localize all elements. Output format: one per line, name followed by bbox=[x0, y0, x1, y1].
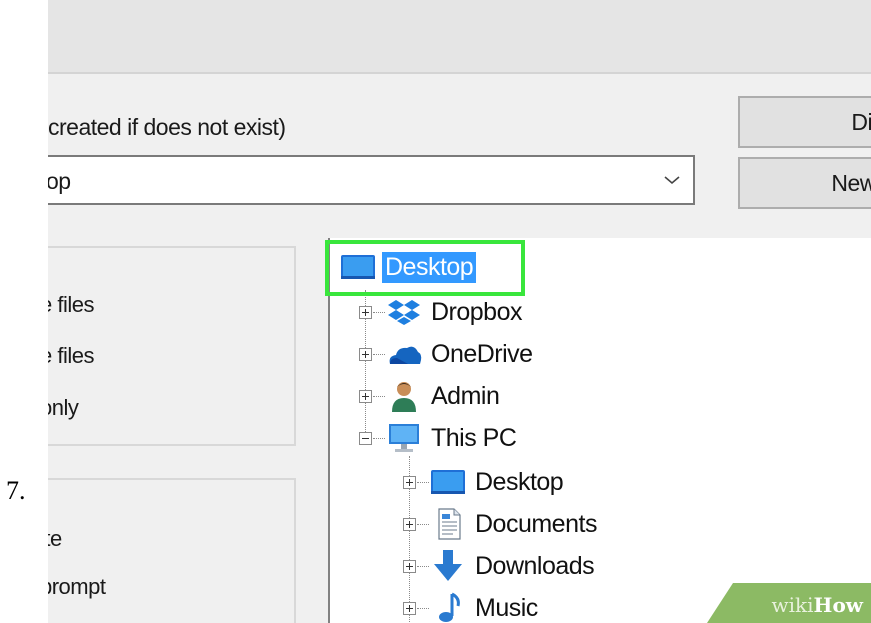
expand-icon[interactable] bbox=[403, 475, 416, 489]
folder-picker-dialog: created if does not exist) op Displ New … bbox=[48, 0, 871, 623]
new-folder-button-label: New fo bbox=[831, 170, 871, 196]
wikihow-watermark: wikiHow bbox=[707, 583, 871, 623]
options-group: ite prompt bbox=[48, 478, 296, 623]
tree-item-label: This PC bbox=[431, 423, 517, 452]
option-item[interactable]: prompt bbox=[48, 574, 106, 600]
downloads-icon bbox=[434, 550, 462, 581]
step-number: 7. bbox=[6, 476, 26, 505]
tree-item-label: Downloads bbox=[475, 551, 595, 580]
watermark-how: How bbox=[813, 593, 863, 617]
tree-connector bbox=[417, 523, 429, 525]
tree-connector bbox=[417, 565, 429, 567]
tree-item-label: Documents bbox=[475, 509, 597, 538]
onedrive-icon bbox=[389, 346, 422, 364]
dropbox-icon bbox=[388, 300, 420, 325]
expand-icon[interactable] bbox=[403, 517, 416, 531]
expand-icon[interactable] bbox=[359, 305, 372, 319]
chevron-down-icon[interactable] bbox=[659, 167, 685, 193]
expand-icon[interactable] bbox=[359, 347, 372, 361]
path-label: created if does not exist) bbox=[48, 114, 286, 140]
tree-item-admin[interactable]: Admin bbox=[359, 378, 502, 414]
path-combobox[interactable]: op bbox=[48, 155, 695, 205]
tree-item-label: Music bbox=[475, 593, 538, 622]
options-group: e files e files only bbox=[48, 246, 296, 446]
path-combobox-value: op bbox=[48, 168, 71, 194]
new-folder-button[interactable]: New fo bbox=[738, 157, 871, 209]
tree-item-music[interactable]: Music bbox=[403, 590, 541, 623]
option-item[interactable]: e files bbox=[48, 343, 94, 369]
music-icon bbox=[439, 592, 460, 622]
option-item[interactable]: e files bbox=[48, 292, 94, 318]
tree-item-onedrive[interactable]: OneDrive bbox=[359, 336, 536, 372]
tree-item-label: Dropbox bbox=[431, 297, 523, 326]
display-button-label: Displ bbox=[851, 109, 871, 135]
selection-highlight-box bbox=[325, 240, 525, 296]
option-item[interactable]: only bbox=[48, 395, 79, 421]
tree-item-dropbox[interactable]: Dropbox bbox=[359, 294, 525, 330]
tree-connector bbox=[417, 607, 429, 609]
tree-item-downloads[interactable]: Downloads bbox=[403, 548, 597, 584]
tree-item-label: Desktop bbox=[475, 467, 564, 496]
title-bar bbox=[48, 0, 871, 74]
tree-item-label: OneDrive bbox=[431, 339, 533, 368]
display-button[interactable]: Displ bbox=[738, 96, 871, 148]
tree-item-documents[interactable]: Documents bbox=[403, 506, 600, 542]
tree-connector bbox=[373, 311, 385, 313]
watermark-text: wikiHow bbox=[772, 593, 863, 617]
collapse-icon[interactable] bbox=[359, 431, 372, 445]
tree-connector bbox=[373, 353, 385, 355]
tree-item-desktop[interactable]: Desktop bbox=[403, 464, 566, 500]
documents-icon bbox=[438, 508, 461, 540]
expand-icon[interactable] bbox=[359, 389, 372, 403]
tree-item-this-pc[interactable]: This PC bbox=[359, 420, 519, 456]
desktop-icon bbox=[431, 470, 465, 494]
expand-icon[interactable] bbox=[403, 559, 416, 573]
expand-icon[interactable] bbox=[403, 601, 416, 615]
tree-connector bbox=[417, 481, 429, 483]
watermark-wiki: wiki bbox=[771, 593, 814, 617]
tree-connector bbox=[373, 395, 385, 397]
option-item[interactable]: ite bbox=[48, 526, 62, 552]
tree-item-label: Admin bbox=[431, 381, 500, 410]
user-icon bbox=[392, 382, 416, 412]
tree-connector bbox=[373, 437, 385, 439]
computer-icon bbox=[389, 424, 419, 452]
